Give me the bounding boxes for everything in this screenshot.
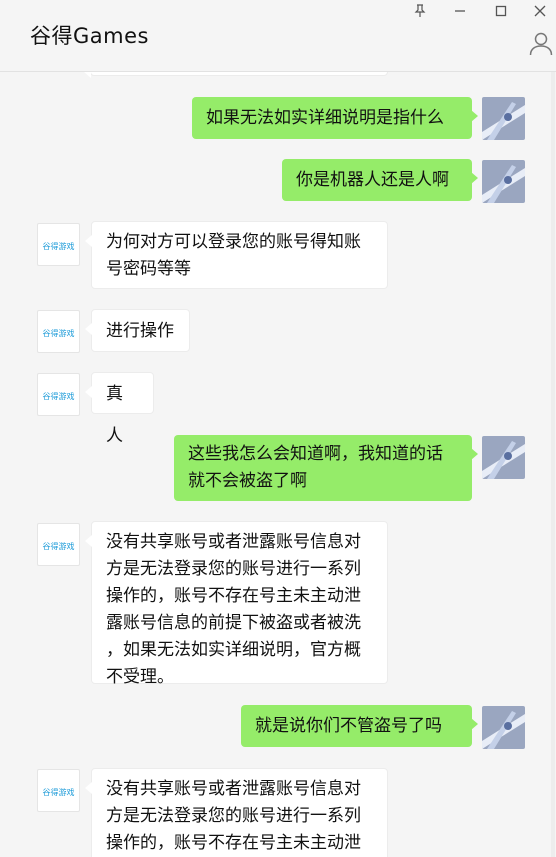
message-bubble: 真人 [85,372,154,446]
logo-text: 谷得游戏 [43,541,75,551]
logo-text: 谷得游戏 [43,328,75,338]
logo-text: 谷得游戏 [43,787,75,797]
message-bubble: 如果无法如实详细说明是指什么 [192,97,478,139]
message-bubble: 没有共享账号或者泄露账号信息对 方是无法登录您的账号进行一系列 操作的，账号不存… [85,521,388,687]
logo-text: 谷得游戏 [43,391,75,401]
message-bubble: 这些我怎么会知道啊，我知道的话 就不会被盗了啊 [174,435,478,501]
my-avatar[interactable] [482,160,525,203]
message-bubble: 没有共享账号或者泄露账号信息对 方是无法登录您的账号进行一系列 操作的，账号不存… [85,768,388,857]
chat-scrollbar[interactable] [551,72,555,857]
message-bubble: 你是机器人还是人啊 [282,159,478,201]
chat-area[interactable]: 如果无法如实详细说明是指什么 你是机器人还是人啊 谷得游戏 为何对方可以登录您的… [0,72,556,857]
my-avatar[interactable] [482,97,525,140]
logo-text: 谷得游戏 [43,241,75,251]
maximize-icon[interactable] [485,0,517,22]
contact-info-icon[interactable] [528,30,554,56]
previous-message-bubble [84,72,388,78]
my-avatar[interactable] [482,706,525,749]
my-avatar[interactable] [482,436,525,479]
message-bubble: 为何对方可以登录您的账号得知账 号密码等等 [85,221,388,289]
message-bubble: 进行操作 [85,309,190,352]
chat-title: 谷得Games [30,24,149,48]
contact-avatar[interactable]: 谷得游戏 [37,523,80,566]
minimize-icon[interactable] [444,0,476,22]
contact-avatar[interactable]: 谷得游戏 [37,310,80,353]
contact-avatar[interactable]: 谷得游戏 [37,769,80,812]
close-icon[interactable] [524,0,556,22]
message-bubble: 就是说你们不管盗号了吗 [241,705,478,747]
title-bar: 谷得Games [0,0,556,72]
pin-icon[interactable] [404,0,436,22]
contact-avatar[interactable]: 谷得游戏 [37,223,80,266]
contact-avatar[interactable]: 谷得游戏 [37,373,80,416]
